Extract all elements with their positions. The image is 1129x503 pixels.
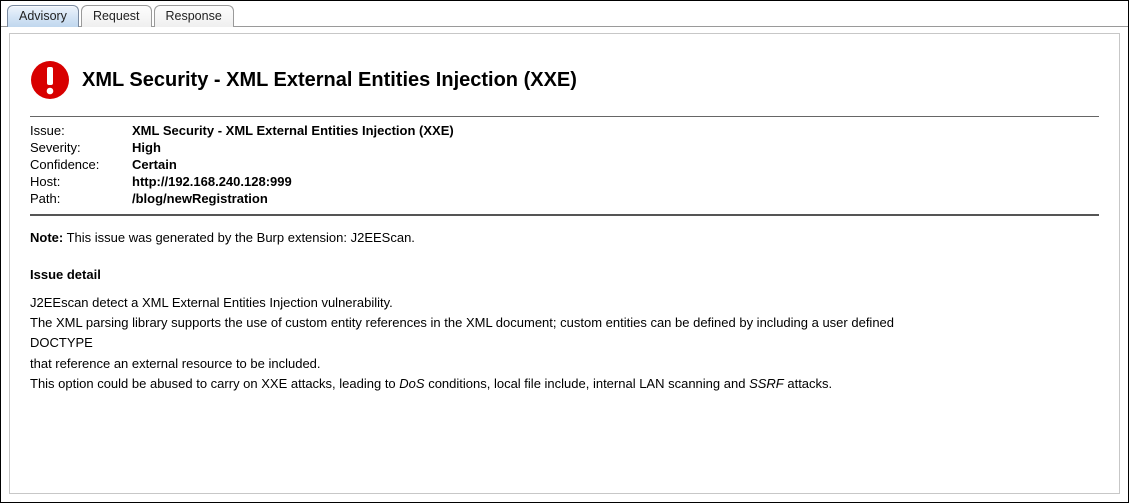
tab-response[interactable]: Response [154, 5, 234, 27]
value-confidence: Certain [132, 157, 1099, 172]
label-severity: Severity: [30, 140, 126, 155]
label-host: Host: [30, 174, 126, 189]
note-label: Note: [30, 230, 63, 245]
divider-top [30, 116, 1099, 117]
label-confidence: Confidence: [30, 157, 126, 172]
issue-title: XML Security - XML External Entities Inj… [82, 69, 577, 92]
label-issue: Issue: [30, 123, 126, 138]
detail-p4-pre: This option could be abused to carry on … [30, 376, 399, 391]
detail-doctype: DOCTYPE [30, 334, 1099, 352]
issue-detail-heading: Issue detail [30, 267, 1099, 282]
summary-table: Issue: XML Security - XML External Entit… [30, 123, 1099, 206]
tab-advisory[interactable]: Advisory [7, 5, 79, 27]
issue-detail-body: J2EEscan detect a XML External Entities … [30, 294, 1099, 393]
detail-p4: This option could be abused to carry on … [30, 375, 1099, 393]
content-frame: XML Security - XML External Entities Inj… [9, 33, 1120, 494]
title-row: XML Security - XML External Entities Inj… [30, 60, 1099, 100]
advisory-window: Advisory Request Response XML Security -… [0, 0, 1129, 503]
advisory-content: XML Security - XML External Entities Inj… [10, 34, 1119, 407]
divider-bottom [30, 214, 1099, 216]
detail-p2: The XML parsing library supports the use… [30, 314, 1099, 332]
detail-p3: that reference an external resource to b… [30, 355, 1099, 373]
detail-p4-post: attacks. [784, 376, 832, 391]
tab-bar: Advisory Request Response [1, 1, 1128, 27]
detail-p1: J2EEscan detect a XML External Entities … [30, 294, 1099, 312]
value-path: /blog/newRegistration [132, 191, 1099, 206]
tab-request[interactable]: Request [81, 5, 152, 27]
detail-p4-mid: conditions, local file include, internal… [425, 376, 749, 391]
label-path: Path: [30, 191, 126, 206]
note-line: Note: This issue was generated by the Bu… [30, 230, 1099, 245]
note-text: This issue was generated by the Burp ext… [63, 230, 415, 245]
alert-icon [30, 60, 70, 100]
value-host: http://192.168.240.128:999 [132, 174, 1099, 189]
value-severity: High [132, 140, 1099, 155]
detail-p4-ssrf: SSRF [749, 376, 784, 391]
detail-p4-dos: DoS [399, 376, 424, 391]
value-issue: XML Security - XML External Entities Inj… [132, 123, 1099, 138]
